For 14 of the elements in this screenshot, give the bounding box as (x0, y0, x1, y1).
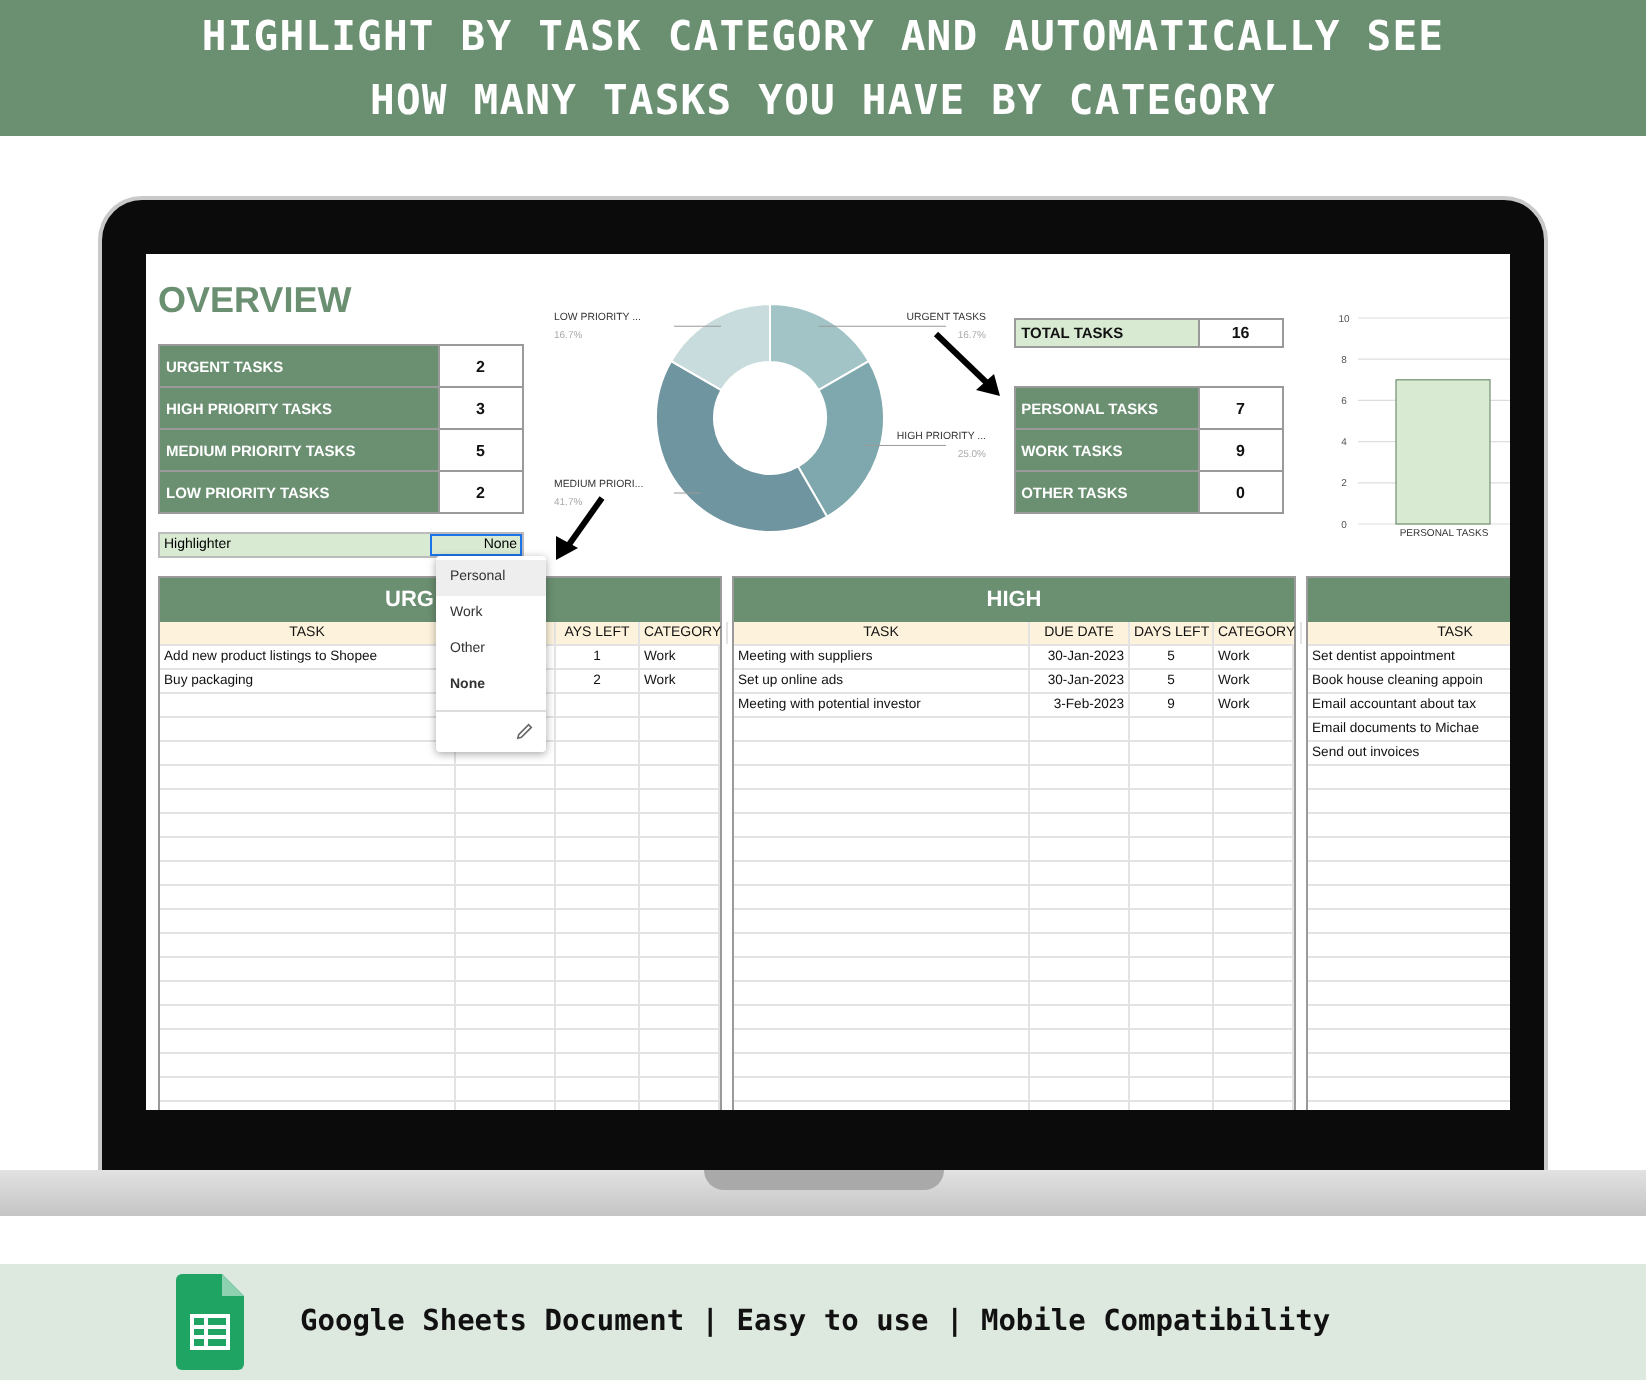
leader-line (817, 325, 946, 327)
leader-line (863, 444, 946, 446)
banner-heading: HIGHLIGHT BY TASK CATEGORY AND AUTOMATICALLY SEE (201, 10, 1445, 64)
panel-title-text: HIGH (986, 588, 1042, 612)
panel-title-text: URG (385, 588, 434, 612)
spreadsheet-icon (176, 1274, 244, 1370)
banner-heading: HOW MANY TASKS YOU HAVE BY CATEGORY (370, 74, 1276, 128)
leader-line (672, 325, 721, 327)
footer-text: Google Sheets Document | Easy to use | Mobile Compatibility (300, 1306, 1331, 1338)
arrow-drawing (932, 330, 1004, 398)
overview-title: OVERVIEW (158, 278, 354, 322)
leader-line (672, 492, 701, 494)
arrow-drawing (552, 494, 608, 562)
pencil-icon[interactable] (516, 721, 534, 739)
